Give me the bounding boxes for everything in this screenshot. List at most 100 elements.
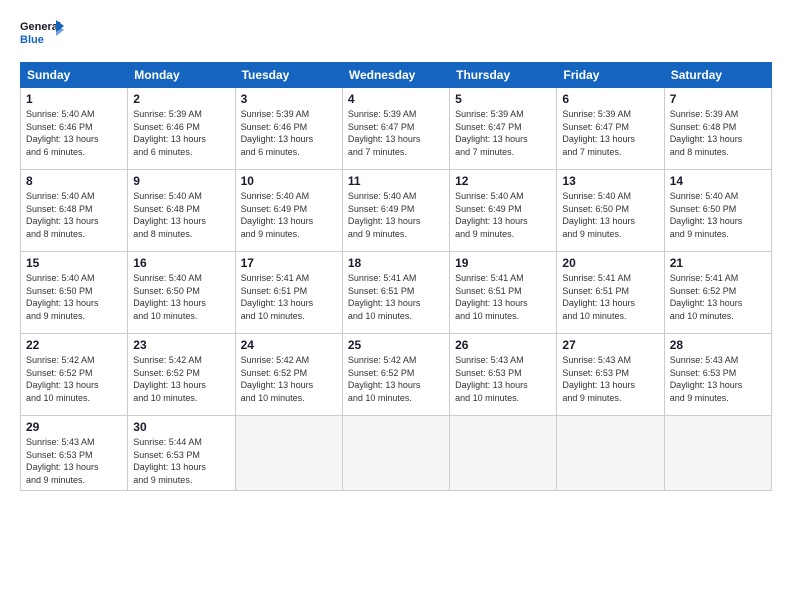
calendar-cell: 21 Sunrise: 5:41 AM Sunset: 6:52 PM Dayli… bbox=[664, 252, 771, 334]
day-number: 2 bbox=[133, 92, 229, 106]
day-number: 27 bbox=[562, 338, 658, 352]
day-number: 15 bbox=[26, 256, 122, 270]
cell-details: Sunrise: 5:41 AM Sunset: 6:51 PM Dayligh… bbox=[241, 272, 337, 322]
cell-details: Sunrise: 5:40 AM Sunset: 6:50 PM Dayligh… bbox=[562, 190, 658, 240]
day-number: 16 bbox=[133, 256, 229, 270]
day-number: 12 bbox=[455, 174, 551, 188]
calendar-cell: 20Sunrise: 5:41 AM Sunset: 6:51 PM Dayli… bbox=[557, 252, 664, 334]
day-number: 6 bbox=[562, 92, 658, 106]
calendar-cell bbox=[450, 416, 557, 491]
logo-icon: General Blue bbox=[20, 16, 64, 52]
calendar-cell: 8 Sunrise: 5:40 AM Sunset: 6:48 PM Daylig… bbox=[21, 170, 128, 252]
calendar-cell: 19 Sunrise: 5:41 AM Sunset: 6:51 PM Dayli… bbox=[450, 252, 557, 334]
calendar-cell bbox=[235, 416, 342, 491]
day-number: 22 bbox=[26, 338, 122, 352]
calendar-cell: 10 Sunrise: 5:40 AM Sunset: 6:49 PM Dayli… bbox=[235, 170, 342, 252]
calendar-cell: 7 Sunrise: 5:39 AM Sunset: 6:48 PM Daylig… bbox=[664, 88, 771, 170]
cell-details: Sunrise: 5:40 AM Sunset: 6:50 PM Dayligh… bbox=[26, 272, 122, 322]
cell-details: Sunrise: 5:42 AM Sunset: 6:52 PM Dayligh… bbox=[133, 354, 229, 404]
day-number: 3 bbox=[241, 92, 337, 106]
calendar-cell: 12 Sunrise: 5:40 AM Sunset: 6:49 PM Dayli… bbox=[450, 170, 557, 252]
calendar-week-5: 29 Sunrise: 5:43 AM Sunset: 6:53 PM Dayli… bbox=[21, 416, 772, 491]
day-number: 7 bbox=[670, 92, 766, 106]
day-number: 29 bbox=[26, 420, 122, 434]
calendar-cell: 27 Sunrise: 5:43 AM Sunset: 6:53 PM Dayli… bbox=[557, 334, 664, 416]
day-number: 24 bbox=[241, 338, 337, 352]
cell-details: Sunrise: 5:42 AM Sunset: 6:52 PM Dayligh… bbox=[241, 354, 337, 404]
col-header-friday: Friday bbox=[557, 63, 664, 88]
cell-details: Sunrise: 5:43 AM Sunset: 6:53 PM Dayligh… bbox=[562, 354, 658, 404]
col-header-sunday: Sunday bbox=[21, 63, 128, 88]
calendar-week-3: 15 Sunrise: 5:40 AM Sunset: 6:50 PM Dayli… bbox=[21, 252, 772, 334]
calendar-cell: 3 Sunrise: 5:39 AM Sunset: 6:46 PM Daylig… bbox=[235, 88, 342, 170]
calendar-cell: 4Sunrise: 5:39 AM Sunset: 6:47 PM Daylig… bbox=[342, 88, 449, 170]
day-number: 5 bbox=[455, 92, 551, 106]
cell-details: Sunrise: 5:41 AM Sunset: 6:51 PM Dayligh… bbox=[348, 272, 444, 322]
calendar-cell: 13 Sunrise: 5:40 AM Sunset: 6:50 PM Dayli… bbox=[557, 170, 664, 252]
day-number: 8 bbox=[26, 174, 122, 188]
calendar-cell: 28Sunrise: 5:43 AM Sunset: 6:53 PM Dayli… bbox=[664, 334, 771, 416]
calendar-page: General Blue SundayMondayTuesdayWednesda… bbox=[0, 0, 792, 612]
calendar-cell bbox=[557, 416, 664, 491]
calendar-cell: 15 Sunrise: 5:40 AM Sunset: 6:50 PM Dayli… bbox=[21, 252, 128, 334]
day-number: 19 bbox=[455, 256, 551, 270]
cell-details: Sunrise: 5:43 AM Sunset: 6:53 PM Dayligh… bbox=[670, 354, 766, 404]
calendar-cell: 22 Sunrise: 5:42 AM Sunset: 6:52 PM Dayli… bbox=[21, 334, 128, 416]
cell-details: Sunrise: 5:40 AM Sunset: 6:50 PM Dayligh… bbox=[133, 272, 229, 322]
calendar-cell: 30 Sunrise: 5:44 AM Sunset: 6:53 PM Dayli… bbox=[128, 416, 235, 491]
calendar-cell: 1 Sunrise: 5:40 AM Sunset: 6:46 PM Daylig… bbox=[21, 88, 128, 170]
calendar-cell: 23 Sunrise: 5:42 AM Sunset: 6:52 PM Dayli… bbox=[128, 334, 235, 416]
calendar-cell: 18 Sunrise: 5:41 AM Sunset: 6:51 PM Dayli… bbox=[342, 252, 449, 334]
page-header: General Blue bbox=[20, 16, 772, 52]
day-number: 26 bbox=[455, 338, 551, 352]
calendar-cell: 9 Sunrise: 5:40 AM Sunset: 6:48 PM Daylig… bbox=[128, 170, 235, 252]
calendar-cell: 25 Sunrise: 5:42 AM Sunset: 6:52 PM Dayli… bbox=[342, 334, 449, 416]
col-header-wednesday: Wednesday bbox=[342, 63, 449, 88]
col-header-tuesday: Tuesday bbox=[235, 63, 342, 88]
calendar-cell: 16 Sunrise: 5:40 AM Sunset: 6:50 PM Dayli… bbox=[128, 252, 235, 334]
cell-details: Sunrise: 5:40 AM Sunset: 6:48 PM Dayligh… bbox=[26, 190, 122, 240]
cell-details: Sunrise: 5:41 AM Sunset: 6:51 PM Dayligh… bbox=[455, 272, 551, 322]
day-number: 18 bbox=[348, 256, 444, 270]
svg-text:Blue: Blue bbox=[20, 34, 44, 46]
cell-details: Sunrise: 5:39 AM Sunset: 6:46 PM Dayligh… bbox=[133, 108, 229, 158]
cell-details: Sunrise: 5:40 AM Sunset: 6:46 PM Dayligh… bbox=[26, 108, 122, 158]
day-number: 14 bbox=[670, 174, 766, 188]
cell-details: Sunrise: 5:40 AM Sunset: 6:48 PM Dayligh… bbox=[133, 190, 229, 240]
calendar-week-4: 22 Sunrise: 5:42 AM Sunset: 6:52 PM Dayli… bbox=[21, 334, 772, 416]
cell-details: Sunrise: 5:40 AM Sunset: 6:49 PM Dayligh… bbox=[348, 190, 444, 240]
day-number: 20 bbox=[562, 256, 658, 270]
cell-details: Sunrise: 5:42 AM Sunset: 6:52 PM Dayligh… bbox=[26, 354, 122, 404]
cell-details: Sunrise: 5:43 AM Sunset: 6:53 PM Dayligh… bbox=[455, 354, 551, 404]
col-header-thursday: Thursday bbox=[450, 63, 557, 88]
cell-details: Sunrise: 5:41 AM Sunset: 6:52 PM Dayligh… bbox=[670, 272, 766, 322]
day-number: 9 bbox=[133, 174, 229, 188]
calendar-cell bbox=[342, 416, 449, 491]
calendar-week-2: 8 Sunrise: 5:40 AM Sunset: 6:48 PM Daylig… bbox=[21, 170, 772, 252]
cell-details: Sunrise: 5:40 AM Sunset: 6:49 PM Dayligh… bbox=[241, 190, 337, 240]
cell-details: Sunrise: 5:43 AM Sunset: 6:53 PM Dayligh… bbox=[26, 436, 122, 486]
day-number: 23 bbox=[133, 338, 229, 352]
day-number: 21 bbox=[670, 256, 766, 270]
calendar-week-1: 1 Sunrise: 5:40 AM Sunset: 6:46 PM Daylig… bbox=[21, 88, 772, 170]
calendar-cell: 14 Sunrise: 5:40 AM Sunset: 6:50 PM Dayli… bbox=[664, 170, 771, 252]
day-number: 25 bbox=[348, 338, 444, 352]
calendar-cell: 2 Sunrise: 5:39 AM Sunset: 6:46 PM Daylig… bbox=[128, 88, 235, 170]
calendar-cell: 5Sunrise: 5:39 AM Sunset: 6:47 PM Daylig… bbox=[450, 88, 557, 170]
cell-details: Sunrise: 5:42 AM Sunset: 6:52 PM Dayligh… bbox=[348, 354, 444, 404]
cell-details: Sunrise: 5:44 AM Sunset: 6:53 PM Dayligh… bbox=[133, 436, 229, 486]
day-number: 13 bbox=[562, 174, 658, 188]
calendar-cell bbox=[664, 416, 771, 491]
calendar-cell: 29 Sunrise: 5:43 AM Sunset: 6:53 PM Dayli… bbox=[21, 416, 128, 491]
day-number: 1 bbox=[26, 92, 122, 106]
calendar-cell: 26 Sunrise: 5:43 AM Sunset: 6:53 PM Dayli… bbox=[450, 334, 557, 416]
calendar-header-row: SundayMondayTuesdayWednesdayThursdayFrid… bbox=[21, 63, 772, 88]
cell-details: Sunrise: 5:39 AM Sunset: 6:48 PM Dayligh… bbox=[670, 108, 766, 158]
cell-details: Sunrise: 5:40 AM Sunset: 6:49 PM Dayligh… bbox=[455, 190, 551, 240]
calendar-cell: 6Sunrise: 5:39 AM Sunset: 6:47 PM Daylig… bbox=[557, 88, 664, 170]
day-number: 10 bbox=[241, 174, 337, 188]
cell-details: Sunrise: 5:39 AM Sunset: 6:46 PM Dayligh… bbox=[241, 108, 337, 158]
cell-details: Sunrise: 5:40 AM Sunset: 6:50 PM Dayligh… bbox=[670, 190, 766, 240]
col-header-monday: Monday bbox=[128, 63, 235, 88]
day-number: 30 bbox=[133, 420, 229, 434]
